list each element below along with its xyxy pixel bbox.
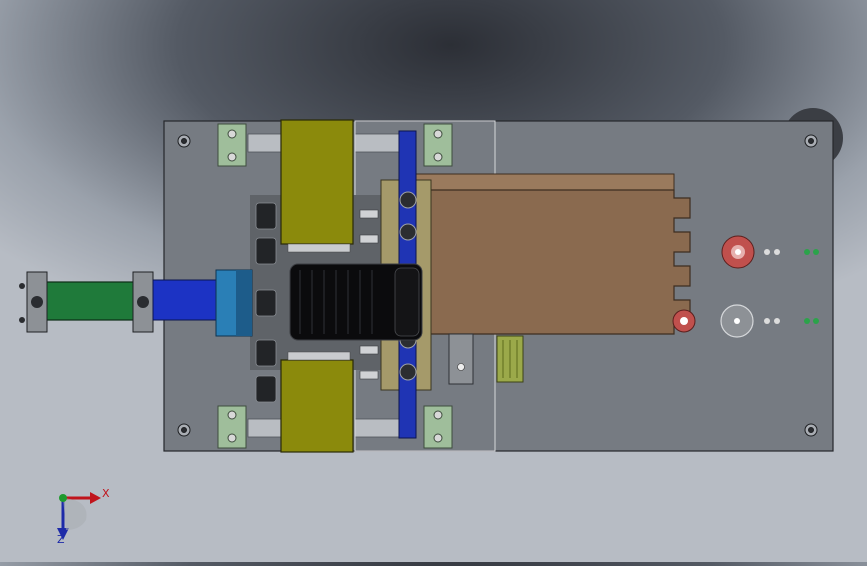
copper-plate-top bbox=[406, 173, 675, 193]
blue-rod bbox=[152, 279, 224, 321]
model-drawing: X Z bbox=[19, 108, 843, 546]
axis-x-label: X bbox=[102, 487, 110, 500]
spacer-strip-bottom bbox=[287, 351, 351, 361]
copper-plate bbox=[406, 189, 691, 335]
motor-end-cap bbox=[394, 267, 420, 337]
mount-bracket bbox=[448, 333, 474, 385]
spacer-strip-top bbox=[287, 243, 351, 253]
axis-z-label: Z bbox=[57, 533, 65, 546]
olive-block-bottom bbox=[280, 359, 354, 453]
cad-viewport[interactable]: X Z bbox=[0, 0, 867, 562]
green-cylinder bbox=[39, 281, 141, 321]
olive-block-top bbox=[280, 119, 354, 245]
